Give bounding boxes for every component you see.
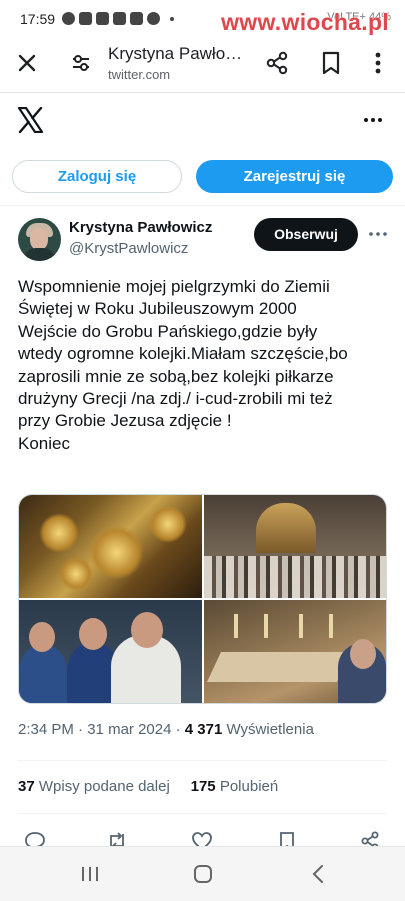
stats-divider xyxy=(18,813,387,814)
head-shape xyxy=(29,622,55,652)
tweet-stats: 37 Wpisy podane dalej 175 Polubień xyxy=(18,778,278,795)
signup-button[interactable]: Zarejestruj się xyxy=(196,160,393,193)
youtube-icon xyxy=(130,12,143,25)
photo-football-players[interactable] xyxy=(19,600,202,703)
tweet-text-line: drużyny Grecji /na zdj./ i-cud-zrobili m… xyxy=(18,389,333,409)
tweet-meta: 2:34 PM · 31 mar 2024 · 4 371 Wyświetlen… xyxy=(18,721,314,738)
header-divider xyxy=(0,205,405,206)
toolbar-divider xyxy=(0,92,405,93)
candle-shape xyxy=(329,614,333,638)
follow-button[interactable]: Obserwuj xyxy=(254,218,358,251)
more-horizontal-icon[interactable] xyxy=(362,112,384,128)
candle-shape xyxy=(299,614,303,638)
share-icon[interactable] xyxy=(359,830,381,846)
notification-icons xyxy=(62,12,174,25)
tweet-actions xyxy=(0,828,405,846)
status-bar: 17:59 VoLTE+ 44% www.wiocha.pl xyxy=(0,0,405,38)
photo-church-crowd[interactable] xyxy=(204,495,386,598)
reply-icon[interactable] xyxy=(24,830,46,846)
reposts-label: Wpisy podane dalej xyxy=(38,778,170,795)
lamp-shape xyxy=(39,513,79,553)
tweet-text-line: zaprosili mnie ze sobą,bez kolejki piłka… xyxy=(18,366,334,386)
tweet-text-line: Wspomnienie mojej pielgrzymki do Ziemii xyxy=(18,277,330,296)
youtube-icon xyxy=(96,12,109,25)
tweet-time[interactable]: 2:34 PM xyxy=(18,721,74,738)
likes-label: Polubień xyxy=(219,778,279,795)
system-navigation-bar xyxy=(0,846,405,901)
messenger-icon xyxy=(147,12,160,25)
author-name[interactable]: Krystyna Pawłowicz xyxy=(69,219,212,236)
login-button[interactable]: Zaloguj się xyxy=(12,160,182,193)
head-shape xyxy=(131,612,163,648)
recents-icon[interactable] xyxy=(80,866,100,882)
avatar-face xyxy=(30,228,48,250)
photo-ornate-lamps[interactable] xyxy=(19,495,202,598)
watermark: www.wiocha.pl xyxy=(221,9,389,35)
lamp-shape xyxy=(89,525,144,580)
views-count: 4 371 xyxy=(184,721,223,738)
stone-slab-shape xyxy=(207,652,351,682)
more-horizontal-icon[interactable] xyxy=(368,228,388,240)
avatar[interactable] xyxy=(18,218,61,261)
bookmark-icon[interactable] xyxy=(320,50,342,76)
x-logo-icon[interactable] xyxy=(17,107,44,133)
share-icon[interactable] xyxy=(264,50,290,76)
candle-shape xyxy=(264,614,268,638)
tweet-date[interactable]: 31 mar 2024 xyxy=(87,721,171,738)
tweet-text-line: Wejście do Grobu Pańskiego,gdzie były xyxy=(18,321,318,341)
notification-icon xyxy=(62,12,75,25)
bookmark-icon[interactable] xyxy=(276,830,298,846)
page-title[interactable]: Krystyna Pawło… xyxy=(108,44,248,64)
tweet-text: Wspomnienie mojej pielgrzymki do Ziemii … xyxy=(18,276,390,455)
tune-icon[interactable] xyxy=(70,52,92,74)
tweet-text-line: wtedy ogromne kolejki.Miałam szczęście,b… xyxy=(18,344,348,364)
like-icon[interactable] xyxy=(191,830,213,846)
youtube-icon xyxy=(113,12,126,25)
more-vert-icon[interactable] xyxy=(368,50,388,76)
browser-toolbar: Krystyna Pawło… twitter.com xyxy=(0,38,405,90)
arch-shape xyxy=(256,503,316,553)
person-shape xyxy=(19,645,67,703)
tweet-text-line: przy Grobie Jezusa zdjęcie ! xyxy=(18,411,232,431)
avatar-body xyxy=(24,248,55,261)
tweet-text-line: Świętej w Roku Jubileuszowym 2000 xyxy=(18,299,297,319)
photo-tomb-stone[interactable] xyxy=(204,600,386,703)
more-notifications-icon xyxy=(170,16,174,21)
tweet-media-grid xyxy=(18,494,387,704)
author-handle[interactable]: @KrystPawlowicz xyxy=(69,240,188,257)
back-icon[interactable] xyxy=(312,864,324,884)
lamp-shape xyxy=(149,505,187,543)
reposts-count: 37 xyxy=(18,778,35,795)
candle-shape xyxy=(234,614,238,638)
status-time: 17:59 xyxy=(20,11,56,27)
meta-separator: · xyxy=(175,721,181,738)
meta-separator: · xyxy=(78,721,84,738)
close-icon[interactable] xyxy=(14,50,40,76)
tweet-text-line: Koniec xyxy=(18,433,70,453)
page-url[interactable]: twitter.com xyxy=(108,67,170,82)
youtube-icon xyxy=(79,12,92,25)
views-label: Wyświetlenia xyxy=(226,721,314,738)
likes-count: 175 xyxy=(190,778,216,795)
head-shape xyxy=(350,639,376,669)
repost-icon[interactable] xyxy=(106,830,128,846)
head-shape xyxy=(79,618,107,650)
likes-stat[interactable]: 175 Polubień xyxy=(191,778,279,795)
crowd-shape xyxy=(204,556,386,598)
reposts-stat[interactable]: 37 Wpisy podane dalej xyxy=(18,778,170,795)
home-icon[interactable] xyxy=(194,865,212,883)
meta-divider xyxy=(18,760,387,761)
lamp-shape xyxy=(59,557,93,591)
